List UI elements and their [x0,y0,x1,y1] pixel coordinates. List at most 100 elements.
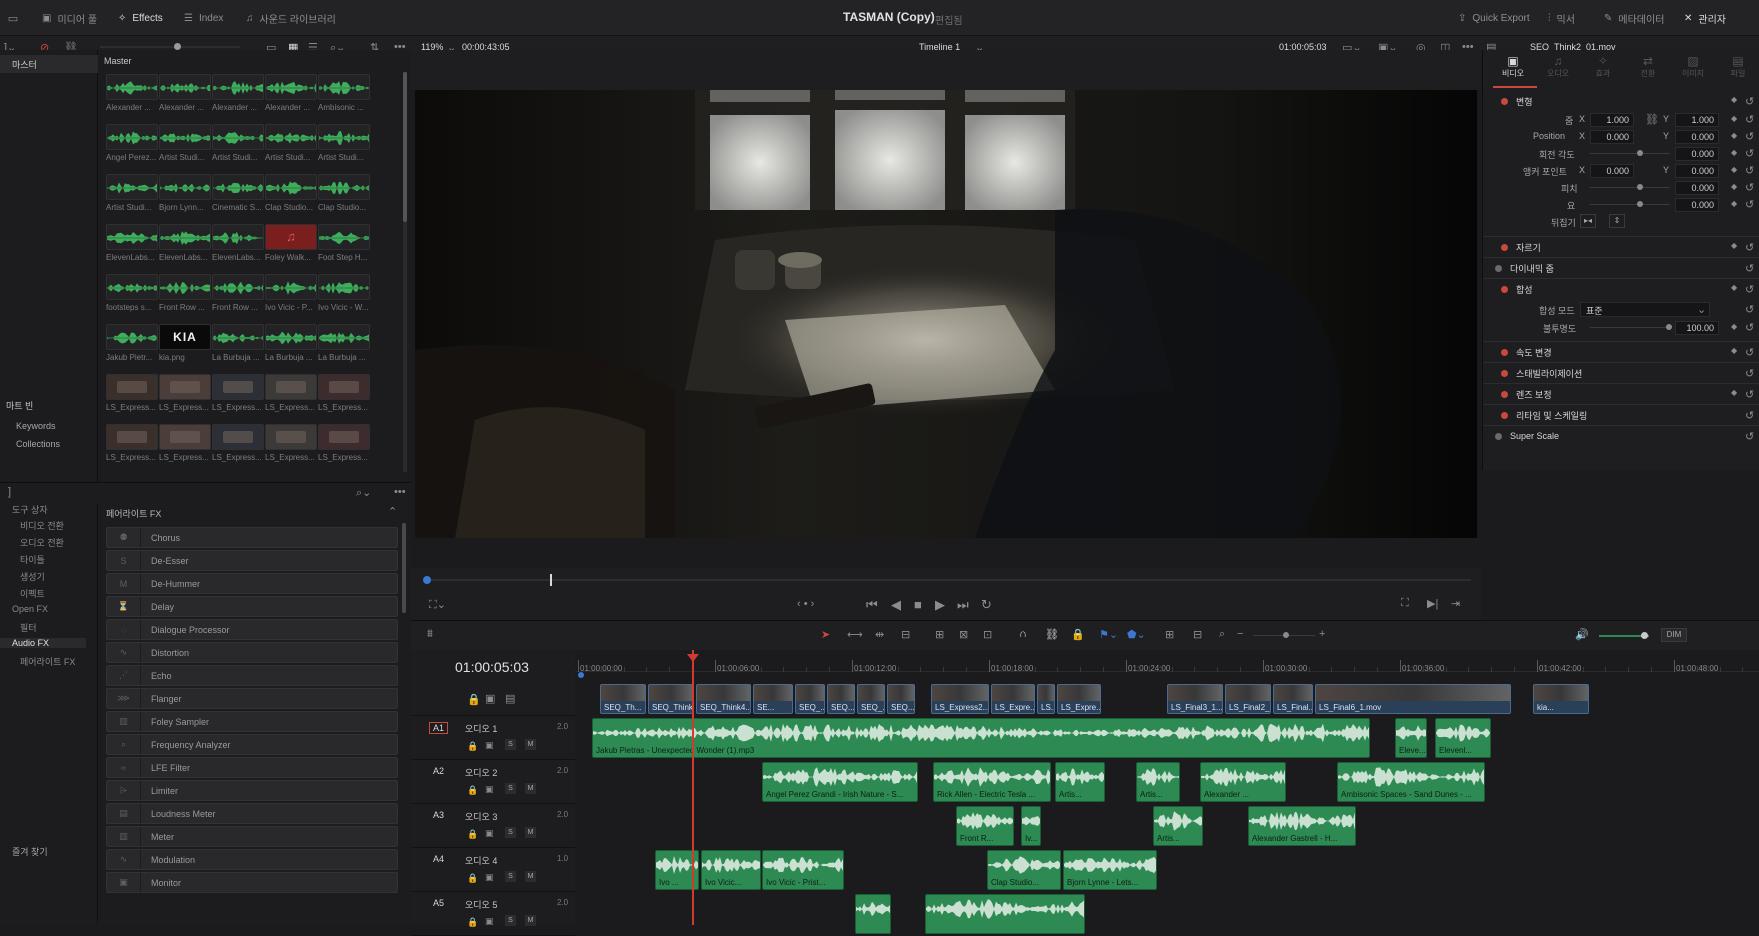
zoom-out-icon[interactable]: − [1237,628,1243,640]
audio-clip[interactable] [925,894,1085,934]
track-lock-icon[interactable]: 🔒 [467,873,478,884]
keyframe-diamond-icon[interactable]: ◆ [1731,199,1737,208]
inspector-toggle[interactable]: ✕ 관리자 [1676,0,1734,36]
zoom-y-field[interactable]: 1.000 [1675,113,1719,127]
retime-scaling-section[interactable]: 리타임 및 스케일링 ↺ [1483,404,1759,425]
opacity-slider[interactable] [1590,324,1672,330]
media-thumbnail[interactable] [265,324,317,350]
auto-select-icon[interactable]: ▣ [485,692,495,705]
jog-control-icon[interactable]: ‹ • › [797,598,814,610]
blade-tool-icon[interactable]: ⊟ [901,628,910,641]
audio-clip[interactable]: Bjorn Lynne - Lets... [1063,850,1157,890]
fx-item[interactable]: ∿ Distortion [106,642,398,663]
anchor-x-field[interactable]: 0.000 [1590,164,1634,178]
fx-item[interactable]: ⩥ Limiter [106,780,398,801]
zoom-detail-icon[interactable]: ⊟ [1193,628,1202,641]
enable-dot[interactable] [1495,432,1502,440]
fx-item[interactable]: ⋙ Flanger [106,688,398,709]
thumbnail-size-slider[interactable] [100,43,240,50]
media-thumbnail[interactable] [318,224,370,250]
inspector-tab[interactable]: ♫ 오디오 [1536,54,1580,79]
program-viewer[interactable] [415,90,1477,538]
solo-button[interactable]: S [505,739,516,750]
go-to-end-icon[interactable]: ⏭ [957,597,969,613]
fx-item[interactable]: ▥ Foley Sampler [106,711,398,732]
reset-icon[interactable]: ↺ [1745,321,1754,334]
replace-clip-icon[interactable]: ⊡ [983,628,992,641]
media-thumbnail[interactable] [212,174,264,200]
metadata-toggle[interactable]: ✎ 메타데이터 [1596,0,1672,36]
reset-icon[interactable]: ↺ [1745,346,1754,359]
timeline-zoom-slider[interactable] [1253,632,1315,638]
media-thumbnail[interactable] [212,124,264,150]
inspector-tab[interactable]: ▣ 비디오 [1491,54,1535,79]
media-thumbnail[interactable] [106,124,158,150]
audio-clip[interactable]: Elevenl... [1435,718,1491,758]
slider-handle[interactable] [174,43,181,50]
reset-icon[interactable]: ↺ [1745,262,1754,275]
go-to-start-icon[interactable]: ⏮ [866,597,878,613]
enable-dot[interactable] [1501,369,1508,377]
viewer-mode-icon[interactable]: ⛶⌄ [429,598,446,612]
zoom-x-field[interactable]: 1.000 [1590,113,1634,127]
fx-item[interactable]: ≈ LFE Filter [106,757,398,778]
solo-button[interactable]: S [505,827,516,838]
media-thumbnail[interactable] [212,374,264,400]
audio-clip[interactable]: Ambisonic Spaces - Sand Dunes - ... [1337,762,1485,802]
media-pool-toggle[interactable]: ▣ 미디어 풀 [34,0,105,36]
link-zoom-icon[interactable]: ⛓ [1645,113,1659,126]
video-clip[interactable]: SEQ_... [795,684,825,714]
media-thumbnail[interactable] [106,274,158,300]
keyframe-diamond-icon[interactable]: ◆ [1731,131,1737,140]
insert-clip-icon[interactable]: ⊞ [935,628,944,641]
media-thumbnail[interactable] [159,274,211,300]
dim-button[interactable]: DIM [1661,628,1687,642]
smart-bin-collections[interactable]: Collections [16,439,96,449]
media-thumbnail[interactable] [106,374,158,400]
selection-tool-icon[interactable]: ➤ [821,628,830,641]
match-frame-icon[interactable]: ⛶ [1401,597,1409,610]
fx-item[interactable]: ▤ Loudness Meter [106,803,398,824]
timeline-tracks[interactable]: 01:00:00:0001:00:06:0001:00:12:0001:00:1… [575,650,1759,934]
media-thumbnail[interactable] [159,124,211,150]
media-thumbnail[interactable] [212,224,264,250]
video-clip[interactable]: SEQ_... [857,684,885,714]
fx-item[interactable]: ▣ Monitor [106,872,398,893]
auto-select-icon[interactable]: ▣ [485,872,494,883]
enable-dot[interactable] [1501,390,1508,398]
media-thumbnail[interactable] [265,124,317,150]
reset-icon[interactable]: ↺ [1745,283,1754,296]
media-thumbnail[interactable] [318,74,370,100]
enable-dot[interactable] [1501,411,1508,419]
track-name[interactable]: 오디오 4 [465,854,497,867]
index-toggle[interactable]: ☰ Index [176,0,231,36]
media-thumbnail[interactable] [159,224,211,250]
video-clip[interactable]: LS... [1037,684,1055,714]
media-thumbnail[interactable] [212,424,264,450]
enable-dot[interactable] [1501,348,1508,356]
anchor-y-field[interactable]: 0.000 [1675,164,1719,178]
sound-library-toggle[interactable]: ♫ 사운드 라이브러리 [238,0,344,36]
media-thumbnail[interactable] [106,424,158,450]
reset-icon[interactable]: ↺ [1745,181,1754,194]
timeline-playhead[interactable] [687,650,699,925]
enable-dot[interactable] [1501,98,1508,105]
reset-icon[interactable]: ↺ [1745,164,1754,177]
lens-correction-section[interactable]: 렌즈 보정 ◆ ↺ [1483,383,1759,404]
track-id[interactable]: A4 [429,854,448,864]
jog-scrubber[interactable] [423,574,1471,586]
video-clip[interactable]: SEQ... [827,684,855,714]
track-name[interactable]: 오디오 1 [465,722,497,735]
inspector-tab[interactable]: ✧ 효과 [1581,54,1625,79]
fx-item[interactable]: ⋰ Echo [106,665,398,686]
media-thumbnail[interactable] [212,74,264,100]
media-thumbnail[interactable] [265,374,317,400]
inspector-tab[interactable]: ▤ 파일 [1716,54,1759,79]
overwrite-clip-icon[interactable]: ⊠ [959,628,968,641]
step-back-icon[interactable]: ◀ [891,597,901,613]
flip-horizontal-icon[interactable]: ▸◂ [1580,214,1596,228]
auto-select-icon[interactable]: ▣ [485,828,494,839]
enable-dot[interactable] [1501,243,1508,251]
next-edit-icon[interactable]: ▶| [1427,597,1438,610]
inspector-tab[interactable]: ⇄ 전환 [1626,54,1670,79]
